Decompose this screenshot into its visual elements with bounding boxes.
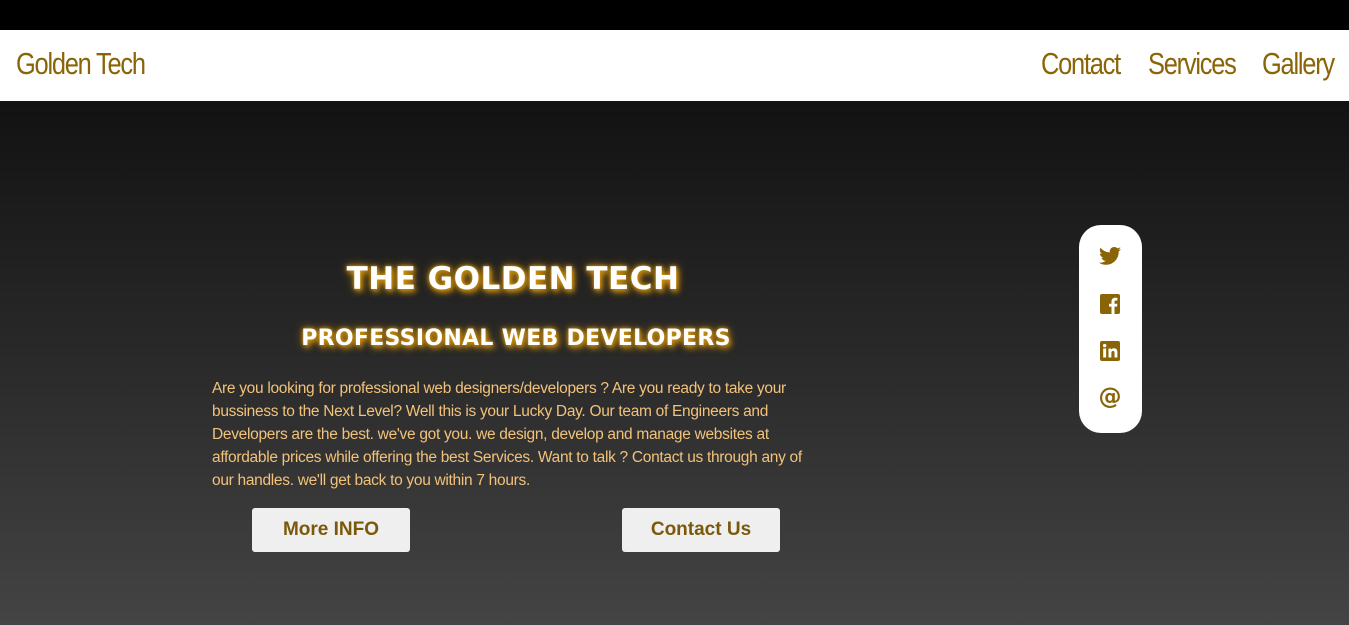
hero-section: THE GOLDEN TECH PROFESSIONAL WEB DEVELOP… [0, 101, 1349, 625]
top-black-bar [0, 0, 1349, 30]
nav-link-contact[interactable]: Contact [1041, 46, 1121, 82]
hero-description: Are you looking for professional web des… [212, 380, 802, 489]
email-glyph: @ [1098, 384, 1122, 410]
twitter-icon[interactable] [1098, 244, 1122, 268]
contact-us-button[interactable]: Contact Us [622, 508, 780, 552]
linkedin-icon[interactable] [1098, 339, 1122, 363]
nav-link-services[interactable]: Services [1148, 46, 1237, 82]
email-icon[interactable]: @ [1098, 385, 1122, 409]
hero-subtitle: PROFESSIONAL WEB DEVELOPERS [301, 326, 731, 351]
navbar: Golden Tech Contact Services Gallery [0, 30, 1349, 101]
brand-logo-text[interactable]: Golden Tech [16, 46, 146, 82]
social-links-panel: @ [1079, 225, 1142, 433]
hero-title: THE GOLDEN TECH [346, 261, 680, 297]
facebook-icon[interactable] [1098, 292, 1122, 316]
nav-link-gallery[interactable]: Gallery [1262, 46, 1335, 82]
more-info-button[interactable]: More INFO [252, 508, 410, 552]
